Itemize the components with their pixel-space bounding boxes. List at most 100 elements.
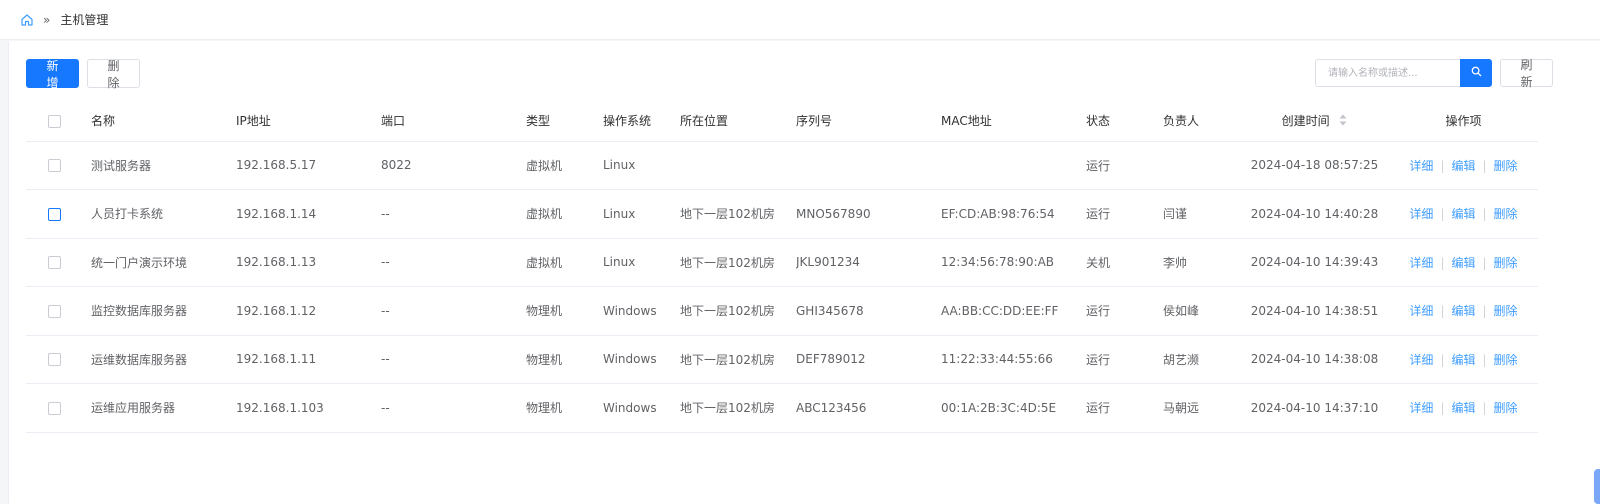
cell-mac xyxy=(941,141,1086,190)
search-button[interactable] xyxy=(1460,59,1492,87)
cell-name: 统一门户演示环境 xyxy=(91,238,236,287)
cell-actions: 详细 | 编辑 | 删除 xyxy=(1389,286,1538,336)
detail-link[interactable]: 详细 xyxy=(1409,304,1433,318)
delete-link[interactable]: 删除 xyxy=(1494,304,1518,318)
header-status: 状态 xyxy=(1086,101,1163,142)
edit-link[interactable]: 编辑 xyxy=(1451,159,1475,173)
detail-link[interactable]: 详细 xyxy=(1409,207,1433,221)
row-checkbox[interactable] xyxy=(48,159,61,173)
action-divider: | xyxy=(1440,158,1445,173)
cell-owner: 侯如峰 xyxy=(1163,286,1240,336)
row-select-cell xyxy=(26,238,91,287)
edit-link[interactable]: 编辑 xyxy=(1451,256,1475,270)
header-serial: 序列号 xyxy=(796,101,941,142)
row-select-cell xyxy=(26,141,91,190)
cell-status: 运行 xyxy=(1086,286,1163,336)
search-area: 刷新 xyxy=(1315,58,1553,89)
cell-serial xyxy=(796,141,941,190)
cell-name: 运维数据库服务器 xyxy=(91,335,236,384)
edit-link[interactable]: 编辑 xyxy=(1451,401,1475,415)
header-mac: MAC地址 xyxy=(941,101,1086,142)
action-divider: | xyxy=(1440,304,1445,319)
cell-serial: GHI345678 xyxy=(796,286,941,336)
sort-icon[interactable] xyxy=(1339,114,1347,129)
cell-actions: 详细 | 编辑 | 删除 xyxy=(1389,238,1538,287)
table-row[interactable]: 运维数据库服务器 192.168.1.11 -- 物理机 Windows 地下一层102机… xyxy=(26,335,1538,384)
cell-os: Windows xyxy=(603,286,680,336)
cell-serial: ABC123456 xyxy=(796,383,941,433)
action-divider: | xyxy=(1482,255,1487,270)
detail-link[interactable]: 详细 xyxy=(1409,159,1433,173)
delete-link[interactable]: 删除 xyxy=(1494,207,1518,221)
breadcrumb-separator: » xyxy=(43,12,51,27)
header-owner: 负责人 xyxy=(1163,101,1240,142)
cell-os: Linux xyxy=(603,141,680,190)
cell-owner: 闫谨 xyxy=(1163,189,1240,239)
edit-link[interactable]: 编辑 xyxy=(1451,304,1475,318)
cell-serial: DEF789012 xyxy=(796,335,941,384)
row-checkbox[interactable] xyxy=(48,304,61,318)
cell-location: 地下一层102机房 xyxy=(680,189,796,239)
table-row[interactable]: 测试服务器 192.168.5.17 8022 虚拟机 Linux 运行 2024-04-1… xyxy=(26,141,1538,190)
action-divider: | xyxy=(1482,401,1487,416)
delete-button[interactable]: 删除 xyxy=(87,59,140,90)
cell-ip: 192.168.5.17 xyxy=(236,141,381,190)
cell-ip: 192.168.1.14 xyxy=(236,189,381,239)
cell-created: 2024-04-18 08:57:25 xyxy=(1240,141,1389,190)
cell-mac: AA:BB:CC:DD:EE:FF xyxy=(941,286,1086,336)
edit-link[interactable]: 编辑 xyxy=(1451,207,1475,221)
delete-link[interactable]: 删除 xyxy=(1494,353,1518,367)
cell-created: 2024-04-10 14:38:51 xyxy=(1240,286,1389,336)
action-divider: | xyxy=(1482,304,1487,319)
home-icon[interactable] xyxy=(20,13,34,27)
detail-link[interactable]: 详细 xyxy=(1409,256,1433,270)
cell-actions: 详细 | 编辑 | 删除 xyxy=(1389,383,1538,433)
cell-type: 物理机 xyxy=(526,286,603,336)
cell-name: 监控数据库服务器 xyxy=(91,286,236,336)
cell-created: 2024-04-10 14:37:10 xyxy=(1240,383,1389,433)
scrollbar-handle[interactable] xyxy=(1594,469,1600,504)
cell-owner: 李帅 xyxy=(1163,238,1240,287)
detail-link[interactable]: 详细 xyxy=(1409,401,1433,415)
delete-link[interactable]: 删除 xyxy=(1494,401,1518,415)
cell-port: 8022 xyxy=(381,141,526,190)
cell-ip: 192.168.1.103 xyxy=(236,383,381,433)
row-checkbox[interactable] xyxy=(48,401,61,415)
table-row[interactable]: 统一门户演示环境 192.168.1.13 -- 虚拟机 Linux 地下一层102机房 J… xyxy=(26,238,1538,287)
table-row[interactable]: 运维应用服务器 192.168.1.103 -- 物理机 Windows 地下一层102机… xyxy=(26,383,1538,433)
row-select-cell xyxy=(26,335,91,384)
cell-port: -- xyxy=(381,286,526,336)
cell-mac: 11:22:33:44:55:66 xyxy=(941,335,1086,384)
toolbar: 新增 删除 xyxy=(26,59,140,90)
row-checkbox[interactable] xyxy=(48,207,61,221)
search-icon xyxy=(1471,66,1482,80)
edit-link[interactable]: 编辑 xyxy=(1451,353,1475,367)
delete-link[interactable]: 删除 xyxy=(1494,256,1518,270)
row-checkbox[interactable] xyxy=(48,353,61,367)
add-button[interactable]: 新增 xyxy=(26,59,79,90)
table-row[interactable]: 监控数据库服务器 192.168.1.12 -- 物理机 Windows 地下一层102机… xyxy=(26,286,1538,336)
cell-status: 运行 xyxy=(1086,141,1163,190)
cell-mac: 00:1A:2B:3C:4D:5E xyxy=(941,383,1086,433)
cell-created: 2024-04-10 14:39:43 xyxy=(1240,238,1389,287)
header-created[interactable]: 创建时间 xyxy=(1240,101,1389,142)
header-created-label: 创建时间 xyxy=(1281,114,1330,129)
search-input[interactable] xyxy=(1315,59,1460,87)
cell-location: 地下一层102机房 xyxy=(680,286,796,336)
cell-os: Windows xyxy=(603,335,680,384)
cell-type: 虚拟机 xyxy=(526,238,603,287)
cell-type: 物理机 xyxy=(526,383,603,433)
cell-port: -- xyxy=(381,383,526,433)
cell-os: Windows xyxy=(603,383,680,433)
header-os: 操作系统 xyxy=(603,101,680,142)
cell-location: 地下一层102机房 xyxy=(680,335,796,384)
action-divider: | xyxy=(1482,207,1487,222)
row-checkbox[interactable] xyxy=(48,256,61,270)
cell-owner: 马朝远 xyxy=(1163,383,1240,433)
refresh-button[interactable]: 刷新 xyxy=(1500,58,1553,89)
select-all-checkbox[interactable] xyxy=(48,114,61,128)
detail-link[interactable]: 详细 xyxy=(1409,353,1433,367)
delete-link[interactable]: 删除 xyxy=(1494,159,1518,173)
table-row[interactable]: 人员打卡系统 192.168.1.14 -- 虚拟机 Linux 地下一层102机房 MNO… xyxy=(26,189,1538,239)
cell-location: 地下一层102机房 xyxy=(680,383,796,433)
